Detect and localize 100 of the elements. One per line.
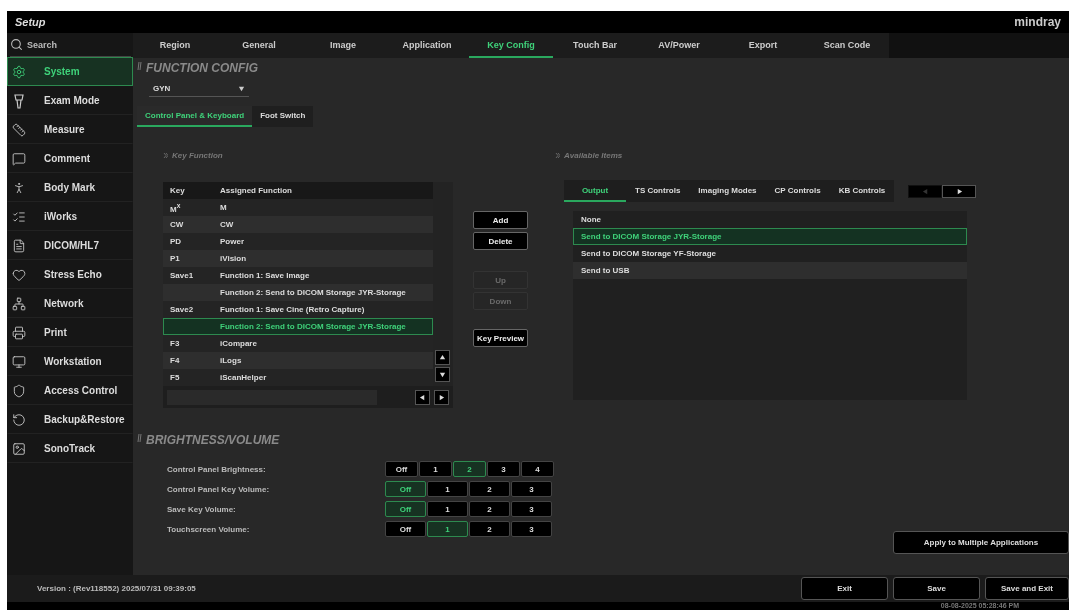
tab[interactable]: Export	[721, 33, 805, 58]
list-item[interactable]: Send to USB	[573, 262, 967, 279]
tab[interactable]: Scan Code	[805, 33, 889, 58]
table-row[interactable]: CW CW	[163, 216, 433, 233]
option-button[interactable]: 1	[419, 461, 452, 477]
option-button[interactable]: Off	[385, 461, 418, 477]
option-button[interactable]: 4	[521, 461, 554, 477]
table-row[interactable]: Function 2: Send to DICOM Storage JYR-Storage	[163, 318, 433, 335]
sidebar-icon	[12, 383, 26, 398]
tab[interactable]: Region	[133, 33, 217, 58]
tab[interactable]: Touch Bar	[553, 33, 637, 58]
right-arrow-icon	[438, 393, 445, 401]
key-cell-text: CW	[169, 220, 185, 229]
sidebar-icon	[12, 296, 26, 311]
subtab[interactable]: Foot Switch	[252, 106, 314, 127]
section-marker-icon	[137, 433, 142, 443]
category-tab[interactable]: KB Controls	[829, 180, 895, 202]
action-button[interactable]: Key Preview	[473, 329, 528, 347]
setting-label: Touchscreen Volume:	[167, 524, 251, 534]
sidebar-icon	[12, 64, 26, 79]
action-button[interactable]: Delete	[473, 232, 528, 250]
sidebar-icon	[12, 412, 26, 427]
option-button[interactable]: 3	[487, 461, 520, 477]
sidebar-item[interactable]: System	[7, 57, 133, 86]
sidebar-icon	[12, 238, 26, 253]
footer-button[interactable]: Save	[893, 577, 980, 600]
function-cell-text: iCompare	[219, 339, 258, 348]
option-button[interactable]: 2	[453, 461, 486, 477]
option-button[interactable]: Off	[385, 481, 426, 497]
setting-label: Save Key Volume:	[167, 504, 237, 514]
tab[interactable]: AV/Power	[637, 33, 721, 58]
subsection-title: Available Items	[564, 151, 623, 160]
scroll-up-button[interactable]	[435, 350, 450, 365]
category-tab[interactable]: Imaging Modes	[689, 180, 766, 202]
table-row[interactable]: F5 iScanHelper	[163, 369, 433, 386]
tab[interactable]: Key Config	[469, 33, 553, 58]
list-item[interactable]: Send to DICOM Storage JYR-Storage	[573, 228, 967, 245]
section-title: FUNCTION CONFIG	[146, 61, 258, 75]
function-cell-text: CW	[219, 220, 235, 229]
action-button[interactable]: Add	[473, 211, 528, 229]
category-tab[interactable]: CP Controls	[765, 180, 830, 202]
table-row[interactable]: Save1 Function 1: Save Image	[163, 267, 433, 284]
sidebar-icon	[12, 354, 26, 369]
key-cell-text: F5	[169, 373, 181, 382]
sidebar-icon	[12, 180, 26, 195]
section-marker-icon	[137, 61, 142, 71]
option-button[interactable]: Off	[385, 521, 426, 537]
function-cell-text: iLogs	[219, 356, 243, 365]
tab[interactable]: Application	[385, 33, 469, 58]
key-cell-text: P1	[169, 254, 181, 263]
table-row[interactable]: Function 2: Send to DICOM Storage JYR-Storage	[163, 284, 433, 301]
table-row[interactable]: PD Power	[163, 233, 433, 250]
option-button[interactable]: 3	[511, 521, 552, 537]
option-button[interactable]: 1	[427, 521, 468, 537]
next-page-button[interactable]	[942, 184, 977, 198]
option-button[interactable]: 1	[427, 481, 468, 497]
left-arrow-icon	[921, 187, 929, 195]
sidebar-icon	[12, 267, 26, 282]
table-row[interactable]: Save2 Function 1: Save Cine (Retro Capture)	[163, 301, 433, 318]
tab[interactable]: Image	[301, 33, 385, 58]
option-button[interactable]: 2	[469, 501, 510, 517]
category-tab[interactable]: TS Controls	[626, 180, 690, 202]
tab[interactable]: General	[217, 33, 301, 58]
down-arrow-icon	[439, 371, 446, 378]
function-cell-text: Function 1: Save Cine (Retro Capture)	[219, 305, 366, 314]
function-cell-text: Power	[219, 237, 245, 246]
option-button[interactable]: 1	[427, 501, 468, 517]
table-row[interactable]: P1 iVision	[163, 250, 433, 267]
sidebar-icon	[12, 441, 26, 456]
subsection-title: Key Function	[172, 151, 223, 160]
chevron-icon	[555, 152, 560, 159]
option-button[interactable]: 2	[469, 521, 510, 537]
table-row[interactable]: F4 iLogs	[163, 352, 433, 369]
option-button[interactable]: 3	[511, 481, 552, 497]
footer-button[interactable]: Save and Exit	[985, 577, 1069, 600]
column-header: Assigned Function	[219, 186, 293, 195]
footer-button[interactable]: Exit	[801, 577, 888, 600]
sidebar-icon	[12, 151, 26, 166]
scroll-right-button[interactable]	[434, 389, 449, 405]
apply-button[interactable]: Apply to Multiple Applications	[893, 531, 1069, 554]
sidebar-icon	[12, 325, 26, 340]
table-row[interactable]: M$^{x}$ M	[163, 199, 433, 216]
version-text: Version : (Rev118552) 2025/07/31 09:39:05	[37, 584, 197, 593]
application-dropdown[interactable]: GYN	[149, 81, 249, 97]
key-cell-text: F4	[169, 356, 181, 365]
option-button[interactable]: 2	[469, 481, 510, 497]
option-button[interactable]: 3	[511, 501, 552, 517]
category-tab[interactable]: Output	[564, 180, 626, 202]
function-cell-text: iScanHelper	[219, 373, 268, 382]
sidebar-icon	[12, 122, 26, 137]
key-cell-text: M$^{x}$	[169, 201, 182, 214]
section-title: BRIGHTNESS/VOLUME	[146, 433, 280, 447]
function-cell-text: Function 2: Send to DICOM Storage JYR-Storage	[219, 288, 407, 297]
function-cell-text: M	[219, 203, 228, 212]
probe-icon	[12, 92, 26, 109]
table-row[interactable]: F3 iCompare	[163, 335, 433, 352]
column-header: Key	[169, 186, 186, 195]
option-button[interactable]: Off	[385, 501, 426, 517]
scroll-down-button[interactable]	[435, 367, 450, 382]
scroll-left-button[interactable]	[415, 389, 430, 405]
